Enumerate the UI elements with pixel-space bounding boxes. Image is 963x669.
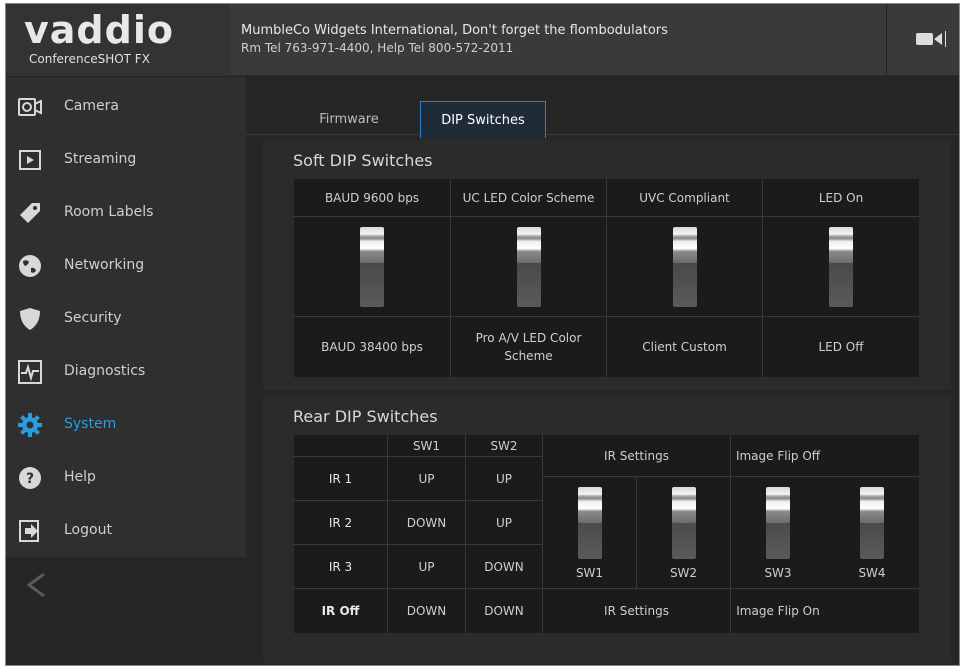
sidebar-item-help[interactable]: ? Help (6, 452, 246, 505)
room-label-phone: Rm Tel 763-971-4400, Help Tel 800-572-20… (241, 41, 514, 55)
dip-switch-toggle[interactable] (578, 487, 602, 559)
sidebar-item-room-labels[interactable]: Room Labels (6, 187, 246, 240)
soft-switch-cell (451, 217, 607, 317)
vaddio-logo: vaddio (24, 8, 174, 52)
soft-top-label: UVC Compliant (607, 179, 763, 217)
sidebar-item-networking[interactable]: Networking (6, 240, 246, 293)
rear-top-empty (825, 435, 919, 477)
ir-cell: UP (466, 501, 543, 545)
rear-top-label: Image Flip Off (731, 435, 825, 477)
dip-switch-toggle[interactable] (360, 227, 384, 307)
soft-dip-panel: Soft DIP Switches BAUD 9600 bps UC LED C… (263, 139, 951, 390)
rear-dip-grid: SW1 SW2 IR 1 UP UP IR 2 DOWN UP IR 3 UP … (294, 435, 919, 633)
shield-icon (20, 308, 40, 330)
ir-cell: DOWN (466, 589, 543, 633)
soft-top-label: UC LED Color Scheme (451, 179, 607, 217)
brand-area: vaddio ConferenceSHOT FX (6, 4, 230, 76)
camera-icon (18, 98, 42, 116)
sidebar-item-label: Room Labels (64, 204, 154, 220)
tab-firmware[interactable]: Firmware (294, 101, 404, 138)
svg-text:?: ? (26, 471, 34, 487)
dip-switch-toggle[interactable] (517, 227, 541, 307)
soft-dip-grid: BAUD 9600 bps UC LED Color Scheme UVC Co… (294, 179, 919, 377)
sidebar-item-label: Diagnostics (64, 363, 146, 379)
rear-dip-title: Rear DIP Switches (293, 407, 438, 426)
main-content: Firmware DIP Switches Soft DIP Switches … (246, 77, 959, 665)
dip-switch-toggle[interactable] (672, 487, 696, 559)
sidebar-item-label: Camera (64, 98, 119, 114)
rear-switch-label: SW4 (858, 566, 886, 580)
sidebar-item-logout[interactable]: Logout (6, 505, 246, 558)
tab-dip-switches[interactable]: DIP Switches (420, 101, 546, 138)
sidebar-item-label: Security (64, 310, 122, 326)
rear-switch-label: SW3 (764, 566, 792, 580)
ir-cell: UP (388, 457, 466, 501)
rear-switch-label: SW1 (575, 566, 604, 580)
sidebar-item-camera[interactable]: Camera (6, 81, 246, 134)
soft-dip-title: Soft DIP Switches (293, 151, 433, 170)
dip-switch-toggle[interactable] (766, 487, 790, 559)
soft-switch-cell (607, 217, 763, 317)
dip-switch-toggle[interactable] (860, 487, 884, 559)
header-divider (886, 4, 887, 76)
ir-cell: UP (388, 545, 466, 589)
header-bar: vaddio ConferenceSHOT FX MumbleCo Widget… (6, 4, 959, 76)
question-icon: ? (19, 467, 41, 489)
room-label-title: MumbleCo Widgets International, Don't fo… (241, 23, 668, 38)
ir-row-label: IR Off (294, 589, 388, 633)
ir-cell: DOWN (388, 589, 466, 633)
sidebar-item-label: Streaming (64, 151, 137, 167)
sidebar-item-label: Networking (64, 257, 145, 273)
soft-switch-cell (294, 217, 451, 317)
rear-dip-panel: Rear DIP Switches SW1 SW2 IR 1 UP UP IR … (263, 395, 951, 663)
dip-switch-toggle[interactable] (673, 227, 697, 307)
soft-switch-cell (763, 217, 919, 317)
sidebar-item-label: System (64, 416, 117, 432)
rear-switch-cell: SW1 (543, 477, 637, 589)
play-icon (19, 150, 41, 170)
soft-bottom-label: Pro A/V LED Color Scheme (451, 317, 607, 377)
rear-switch-label: SW2 (669, 566, 698, 580)
ir-cell: DOWN (466, 545, 543, 589)
ir-table-header: SW1 (388, 435, 466, 457)
rear-bottom-label: IR Settings (543, 589, 731, 633)
pulse-icon (18, 360, 42, 384)
soft-bottom-label: BAUD 38400 bps (294, 317, 451, 377)
globe-icon (19, 255, 41, 277)
sidebar: Camera Streaming Room Labels Networking (6, 77, 246, 557)
soft-bottom-label: Client Custom (607, 317, 763, 377)
rear-switch-cell: SW2 (637, 477, 731, 589)
soft-top-label: LED On (763, 179, 919, 217)
product-name: ConferenceSHOT FX (29, 52, 150, 66)
sidebar-item-label: Help (64, 469, 96, 485)
sidebar-item-system[interactable]: System (6, 399, 246, 452)
rear-bottom-empty (825, 589, 919, 633)
sidebar-item-streaming[interactable]: Streaming (6, 134, 246, 187)
tab-bar: Firmware DIP Switches (246, 91, 959, 138)
soft-bottom-label: LED Off (818, 340, 864, 354)
gear-icon (18, 413, 42, 437)
ir-row-label: IR 2 (294, 501, 388, 545)
ir-cell: UP (466, 457, 543, 501)
video-camera-icon[interactable] (916, 31, 946, 47)
rear-switch-cell: SW3 (731, 477, 825, 589)
app-window: vaddio ConferenceSHOT FX MumbleCo Widget… (5, 3, 960, 666)
logout-icon (19, 520, 39, 542)
sidebar-item-diagnostics[interactable]: Diagnostics (6, 346, 246, 399)
rear-bottom-label: Image Flip On (736, 604, 820, 618)
ir-table-header: SW2 (466, 435, 543, 457)
rear-switch-cell: SW4 (825, 477, 919, 589)
chevron-left-icon[interactable] (24, 570, 48, 600)
sidebar-item-label: Logout (64, 522, 112, 538)
ir-row-label: IR 1 (294, 457, 388, 501)
tag-icon (20, 203, 40, 223)
sidebar-item-security[interactable]: Security (6, 293, 246, 346)
soft-top-label: BAUD 9600 bps (294, 179, 451, 217)
ir-table-header (294, 435, 388, 457)
ir-row-label: IR 3 (294, 545, 388, 589)
ir-cell: DOWN (388, 501, 466, 545)
dip-switch-toggle[interactable] (829, 227, 853, 307)
rear-top-label: IR Settings (543, 435, 731, 477)
